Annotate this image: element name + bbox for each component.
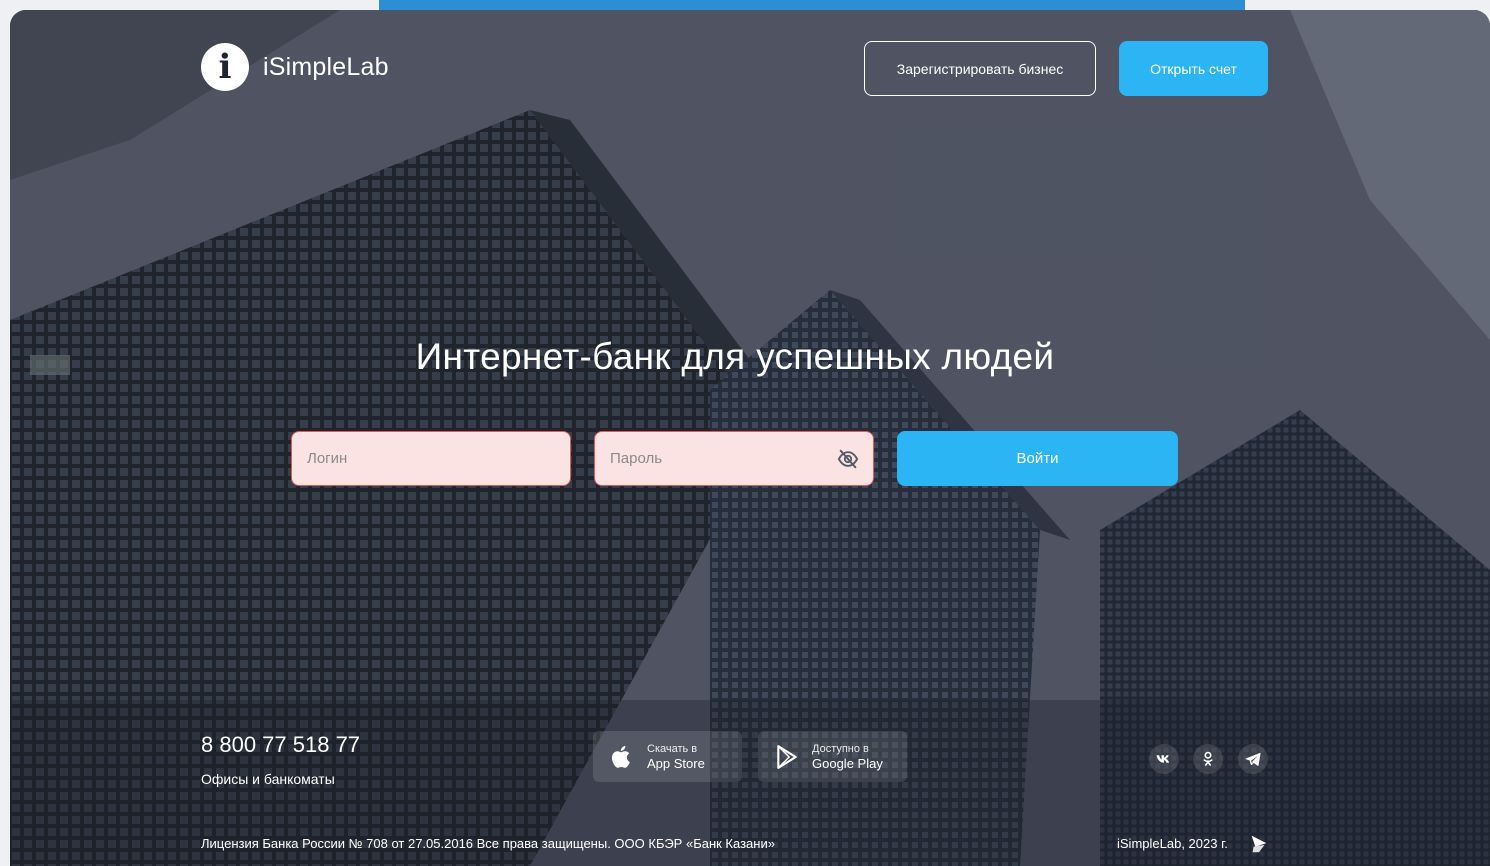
google-play-button[interactable]: Доступно в Google Play bbox=[758, 731, 907, 782]
password-field[interactable] bbox=[594, 431, 874, 486]
login-field[interactable] bbox=[291, 431, 571, 486]
license-text: Лицензия Банка России № 708 от 27.05.201… bbox=[201, 836, 775, 851]
login-submit-button[interactable]: Войти bbox=[897, 431, 1178, 486]
play-icon bbox=[777, 744, 797, 769]
phone-number[interactable]: 8 800 77 518 77 bbox=[201, 732, 360, 758]
copyright-text: iSimpleLab, 2023 г. bbox=[1117, 836, 1228, 851]
app-store-small-text: Скачать в bbox=[647, 742, 698, 755]
app-store-big-text: App Store bbox=[647, 755, 705, 771]
odnoklassniki-icon bbox=[1203, 751, 1213, 766]
password-input[interactable] bbox=[595, 449, 832, 468]
offices-link[interactable]: Офисы и банкоматы bbox=[201, 771, 335, 787]
eye-off-icon[interactable] bbox=[837, 448, 859, 470]
apple-icon bbox=[611, 745, 630, 768]
info-logo-icon: i bbox=[201, 43, 249, 91]
brand-name: iSimpleLab bbox=[263, 52, 389, 81]
telegram-button[interactable] bbox=[1238, 744, 1268, 774]
google-play-big-text: Google Play bbox=[812, 755, 883, 771]
brand-logo[interactable]: i iSimpleLab bbox=[201, 43, 389, 91]
app-store-button[interactable]: Скачать в App Store bbox=[593, 731, 742, 782]
login-page: i iSimpleLab Зарегистрировать бизнес Отк… bbox=[10, 10, 1490, 866]
telegram-icon bbox=[1245, 752, 1261, 766]
developer-logo-icon[interactable] bbox=[1248, 833, 1270, 855]
top-accent-strip bbox=[379, 0, 1245, 10]
login-input[interactable] bbox=[292, 449, 529, 468]
vk-button[interactable] bbox=[1149, 744, 1179, 774]
vk-icon bbox=[1156, 755, 1170, 763]
hero-title: Интернет-банк для успешных людей bbox=[415, 336, 1055, 377]
odnoklassniki-button[interactable] bbox=[1193, 744, 1223, 774]
open-account-button[interactable]: Открыть счет bbox=[1119, 41, 1268, 96]
google-play-small-text: Доступно в bbox=[812, 742, 869, 755]
register-business-button[interactable]: Зарегистрировать бизнес bbox=[864, 41, 1096, 96]
